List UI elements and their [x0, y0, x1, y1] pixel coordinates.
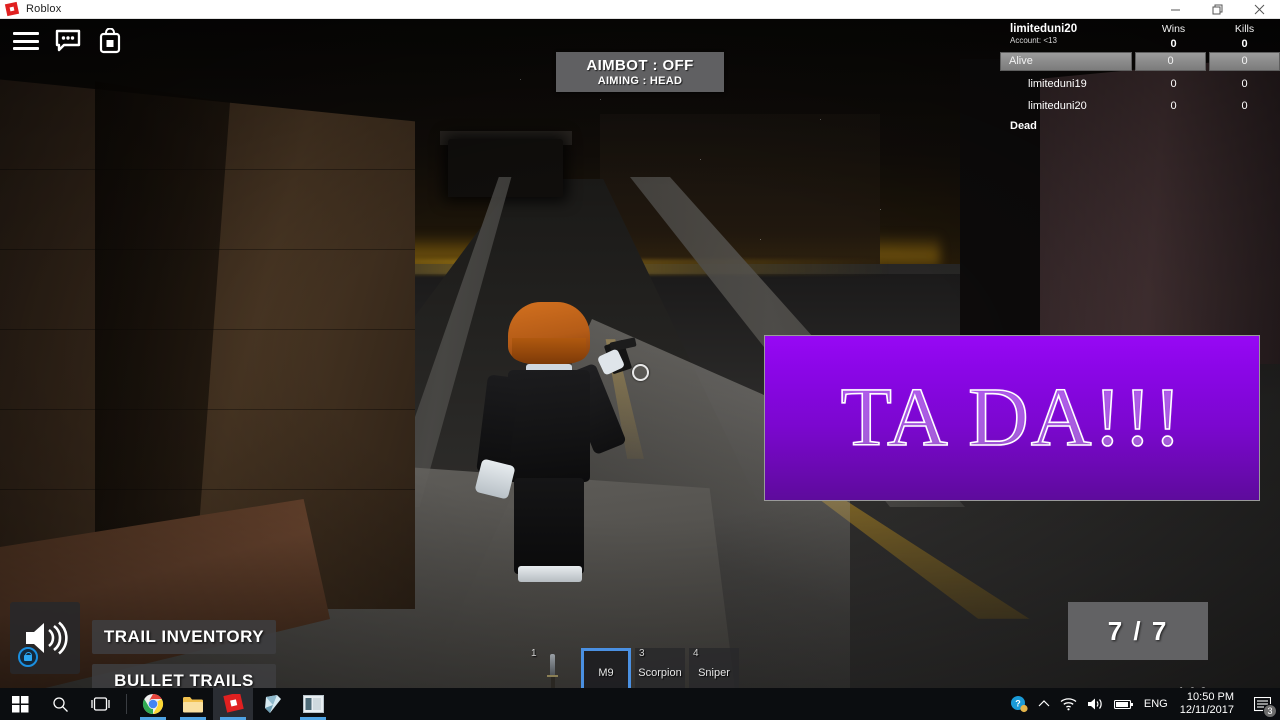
team-dead-label: Dead	[1010, 120, 1037, 132]
leaderboard-player-row: limiteduni19 0 0	[1000, 74, 1280, 93]
windows-start-icon[interactable]	[0, 688, 40, 720]
lock-icon	[18, 647, 38, 667]
roblox-icon[interactable]	[213, 688, 253, 720]
column-value-wins: 0	[1170, 38, 1177, 50]
roblox-logo-icon	[4, 1, 20, 17]
chrome-icon[interactable]	[133, 688, 173, 720]
leaderboard-header: limiteduni20 Account: <13 Wins 0 Kills 0	[1000, 19, 1280, 52]
aimbot-aiming-text: AIMING : HEAD	[597, 75, 683, 87]
knife-icon	[547, 654, 558, 688]
language-indicator[interactable]: ENG	[1144, 698, 1168, 710]
clock-date: 12/11/2017	[1179, 704, 1234, 716]
ammo-counter: 7 / 7	[1068, 602, 1208, 660]
leaderboard: limiteduni20 Account: <13 Wins 0 Kills 0…	[1000, 19, 1280, 132]
taskbar-clock[interactable]: 10:50 PM 12/11/2017	[1180, 691, 1234, 717]
weapon-hotbar: 1 2 M9 3 Scorpion 4 Sniper	[527, 648, 739, 688]
aimbot-status-text: AIMBOT : OFF	[586, 57, 694, 74]
trail-inventory-button[interactable]: TRAIL INVENTORY	[92, 620, 276, 654]
team-alive-label: Alive	[1000, 52, 1132, 71]
leaderboard-player-account: Account: <13	[1010, 36, 1057, 45]
hotbar-slot-2[interactable]: 2 M9	[581, 648, 631, 688]
search-icon[interactable]	[40, 688, 80, 720]
hotbar-slot-4[interactable]: 4 Sniper	[689, 648, 739, 688]
character-hair-fringe	[512, 338, 586, 364]
help-question-icon[interactable]: ?	[1010, 695, 1028, 713]
game-viewport[interactable]: AIMBOT : OFF AIMING : HEAD limiteduni20 …	[0, 19, 1280, 688]
hotbar-slot-number: 1	[531, 648, 537, 659]
circle-crosshair-icon	[632, 364, 649, 381]
player-row-wins: 0	[1170, 99, 1177, 112]
hotbar-slot-label: Sniper	[698, 667, 730, 679]
window-title-bar: Roblox	[0, 0, 1280, 19]
chevron-up-icon[interactable]	[1038, 698, 1050, 710]
windows-taskbar: ? ENG 10:50 PM 12/11/2017 3	[0, 688, 1280, 720]
restore-button[interactable]	[1196, 0, 1238, 19]
screen-root: Roblox AIMBOT: OFF AIMING: HEAD limite…	[0, 0, 1280, 720]
hamburger-menu-icon[interactable]	[8, 23, 44, 59]
leaderboard-team-alive-row: Alive 0 0	[1000, 52, 1280, 71]
hotbar-slot-label: Scorpion	[638, 667, 682, 679]
clock-time: 10:50 PM	[1186, 691, 1234, 703]
team-alive-wins: 0	[1135, 52, 1206, 71]
character-torso	[508, 370, 590, 482]
backpack-icon[interactable]	[92, 23, 128, 59]
hotbar-slot-number: 3	[639, 648, 645, 659]
player-character	[460, 294, 660, 614]
character-shoes	[518, 566, 582, 582]
column-title-kills: Kills	[1234, 23, 1255, 35]
player-row-kills: 0	[1241, 99, 1248, 112]
leaderboard-local-player: limiteduni20 Account: <13	[1000, 23, 1138, 45]
volume-icon[interactable]	[1087, 697, 1104, 711]
aimbot-status-panel: AIMBOT : OFF AIMING : HEAD	[556, 52, 724, 92]
minimize-button[interactable]	[1154, 0, 1196, 19]
hotbar-slot-number: 4	[693, 648, 699, 659]
action-center-badge: 3	[1263, 704, 1277, 718]
audio-toggle-button[interactable]	[10, 602, 80, 674]
column-title-wins: Wins	[1161, 23, 1186, 35]
battery-icon[interactable]	[1113, 699, 1134, 710]
player-row-name: limiteduni20	[1028, 99, 1087, 112]
hotbar-slot-label: M9	[598, 667, 614, 679]
chat-bubble-icon[interactable]	[50, 23, 86, 59]
onenote-icon[interactable]	[253, 688, 293, 720]
column-value-kills: 0	[1241, 38, 1248, 50]
window-title: Roblox	[26, 3, 62, 15]
player-row-wins: 0	[1170, 77, 1177, 90]
team-alive-kills: 0	[1209, 52, 1280, 71]
window-controls	[1154, 0, 1280, 19]
character-legs	[514, 478, 584, 574]
leaderboard-player-row: limiteduni20 0 0	[1000, 96, 1280, 115]
player-row-kills: 0	[1241, 77, 1248, 90]
wifi-icon[interactable]	[1060, 697, 1077, 711]
svg-text:?: ?	[1015, 699, 1021, 709]
ammo-counter-text: 7 / 7	[1107, 615, 1169, 646]
system-tray: ? ENG 10:50 PM 12/11/2017 3	[1010, 688, 1280, 720]
tada-banner-text: TA DA!!!	[840, 371, 1184, 464]
window-app-icon[interactable]	[293, 688, 333, 720]
leaderboard-column-wins: Wins 0	[1138, 23, 1209, 50]
player-row-name: limiteduni19	[1028, 77, 1087, 90]
roblox-topbar	[0, 19, 240, 63]
leaderboard-player-name: limiteduni20	[1010, 23, 1078, 35]
task-view-icon[interactable]	[80, 688, 120, 720]
hotbar-slot-1[interactable]: 1	[527, 648, 577, 688]
file-explorer-icon[interactable]	[173, 688, 213, 720]
hotbar-slot-3[interactable]: 3 Scorpion	[635, 648, 685, 688]
character-left-cuff	[474, 458, 516, 500]
tada-banner: TA DA!!!	[764, 335, 1260, 501]
bullet-trails-button[interactable]: BULLET TRAILS	[92, 664, 276, 688]
leaderboard-column-kills: Kills 0	[1209, 23, 1280, 50]
close-button[interactable]	[1238, 0, 1280, 19]
taskbar-separator	[126, 694, 127, 714]
action-center-icon[interactable]: 3	[1250, 692, 1277, 718]
